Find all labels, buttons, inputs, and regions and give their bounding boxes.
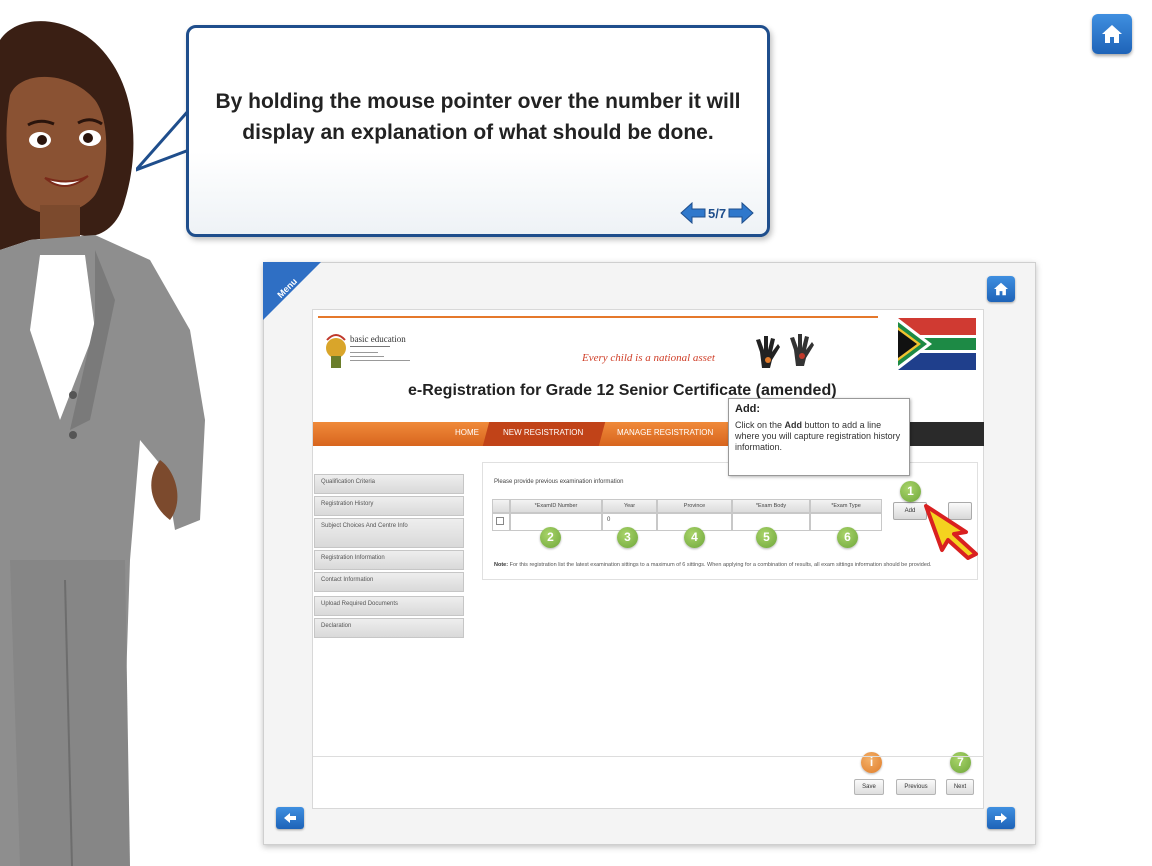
- marker-2[interactable]: 2: [540, 527, 561, 548]
- sidebar-item-subject-choices[interactable]: Subject Choices And Centre Info: [314, 518, 464, 548]
- back-button[interactable]: [276, 807, 304, 829]
- note-text: For this registration list the latest ex…: [509, 562, 932, 568]
- previous-slide-arrow-icon[interactable]: [680, 202, 706, 224]
- home-button[interactable]: [1092, 14, 1132, 54]
- sidebar-item-registration-history[interactable]: Registration History: [314, 496, 464, 516]
- nav-home[interactable]: HOME: [455, 428, 479, 437]
- sidebar-item-upload-documents[interactable]: Upload Required Documents: [314, 596, 464, 616]
- inner-home-button[interactable]: [987, 276, 1015, 302]
- table-header-exam-type: *Exam Type: [810, 499, 882, 513]
- sidebar-item-contact-information[interactable]: Contact Information: [314, 572, 464, 592]
- marker-5[interactable]: 5: [756, 527, 777, 548]
- table-header-examid: *ExamID Number: [510, 499, 602, 513]
- arrow-right-icon: [995, 813, 1007, 823]
- table-header-year: Year: [602, 499, 657, 513]
- table-header-select: [492, 499, 510, 513]
- table-header-province: Province: [657, 499, 732, 513]
- row-select-checkbox[interactable]: [496, 517, 504, 525]
- previous-button[interactable]: Previous: [896, 779, 936, 795]
- footer-divider: [313, 756, 984, 757]
- tutorial-stage: By holding the mouse pointer over the nu…: [0, 0, 1152, 866]
- handprints-graphic: [756, 334, 814, 368]
- next-button[interactable]: Next: [946, 779, 974, 795]
- marker-1[interactable]: 1: [900, 481, 921, 502]
- speech-bubble-tail: [136, 110, 192, 172]
- year-value: 0: [607, 517, 611, 523]
- marker-4[interactable]: 4: [684, 527, 705, 548]
- sidebar-item-registration-information[interactable]: Registration Information: [314, 550, 464, 570]
- next-slide-arrow-icon[interactable]: [728, 202, 754, 224]
- sidebar-item-declaration[interactable]: Declaration: [314, 618, 464, 638]
- site-motto: Every child is a national asset: [582, 352, 715, 364]
- marker-3[interactable]: 3: [617, 527, 638, 548]
- form-note: Note: For this registration list the lat…: [494, 560, 968, 570]
- nav-new-registration[interactable]: NEW REGISTRATION: [503, 428, 583, 437]
- page-indicator: 5/7: [708, 205, 727, 221]
- home-icon: [994, 282, 1008, 296]
- nav-manage-registration[interactable]: MANAGE REGISTRATION: [617, 428, 713, 437]
- note-label: Note:: [494, 562, 509, 568]
- table-header-exam-body: *Exam Body: [732, 499, 810, 513]
- header-accent-line: [318, 316, 878, 318]
- home-icon: [1102, 25, 1122, 43]
- forward-button[interactable]: [987, 807, 1015, 829]
- slide-pager: 5/7: [680, 198, 754, 228]
- arrow-left-icon: [284, 813, 296, 823]
- save-button[interactable]: Save: [854, 779, 884, 795]
- south-africa-flag: [898, 318, 976, 370]
- sidebar-item-qualification-criteria[interactable]: Qualification Criteria: [314, 474, 464, 494]
- marker-6[interactable]: 6: [837, 527, 858, 548]
- logo-text: basic education: [350, 334, 406, 344]
- hand-pointer-arrow-icon: [924, 504, 978, 560]
- tooltip-body: Click on the Add button to add a line wh…: [735, 420, 901, 452]
- form-prompt: Please provide previous examination info…: [494, 479, 624, 485]
- add-tooltip: Add: Click on the Add button to add a li…: [728, 398, 910, 476]
- tooltip-title: Add:: [735, 403, 761, 415]
- speech-bubble-text: By holding the mouse pointer over the nu…: [215, 90, 741, 144]
